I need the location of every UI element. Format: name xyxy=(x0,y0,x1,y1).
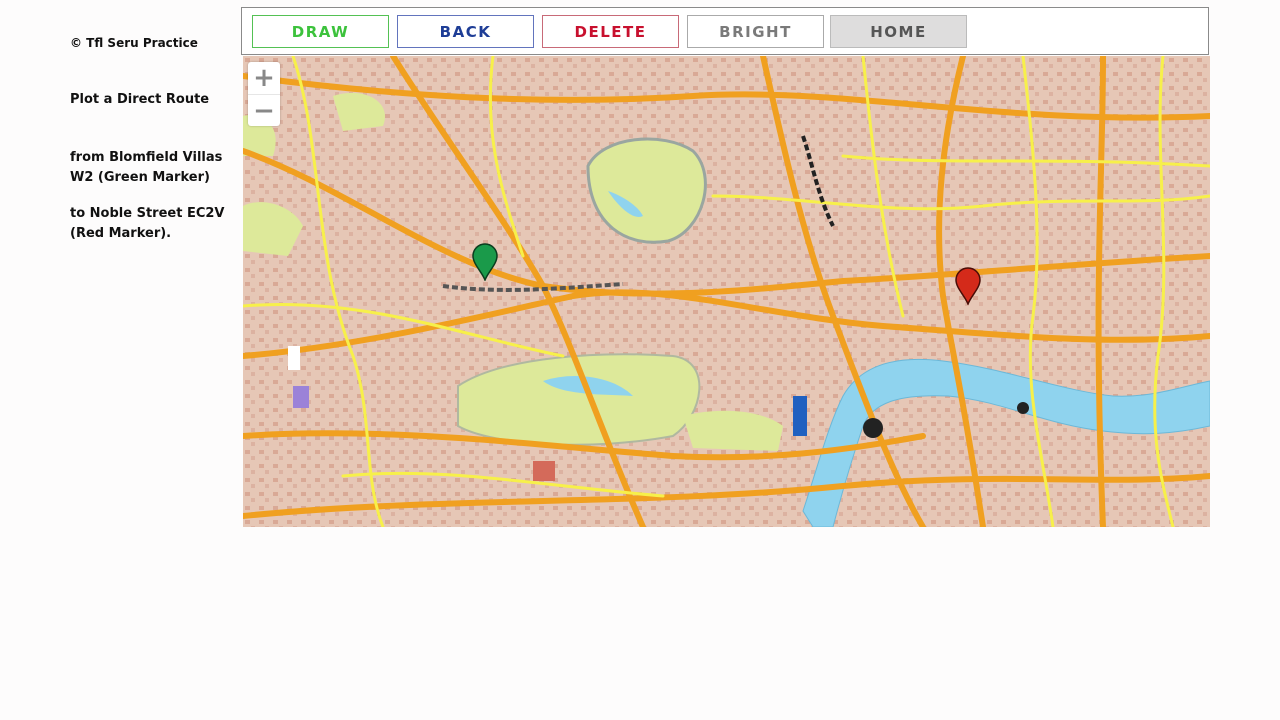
draw-button[interactable]: DRAW xyxy=(252,15,389,48)
map-canvas[interactable]: + − xyxy=(243,56,1210,527)
zoom-in-button[interactable]: + xyxy=(248,62,280,94)
home-button[interactable]: HOME xyxy=(830,15,967,48)
bright-button[interactable]: BRIGHT xyxy=(687,15,824,48)
delete-button[interactable]: DELETE xyxy=(542,15,679,48)
instruction-from: from Blomfield Villas W2 (Green Marker) xyxy=(70,150,223,185)
back-button[interactable]: BACK xyxy=(397,15,534,48)
green-marker-icon[interactable] xyxy=(472,243,498,281)
red-marker-icon[interactable] xyxy=(955,267,981,305)
zoom-out-button[interactable]: − xyxy=(248,94,280,127)
toolbar: DRAW BACK DELETE BRIGHT HOME xyxy=(241,7,1209,55)
map-image xyxy=(243,56,1210,527)
instruction-title: Plot a Direct Route xyxy=(70,92,210,107)
copyright-text: © Tfl Seru Practice xyxy=(70,36,198,50)
instruction-to: to Noble Street EC2V (Red Marker). xyxy=(70,206,225,241)
zoom-control: + − xyxy=(248,62,280,126)
